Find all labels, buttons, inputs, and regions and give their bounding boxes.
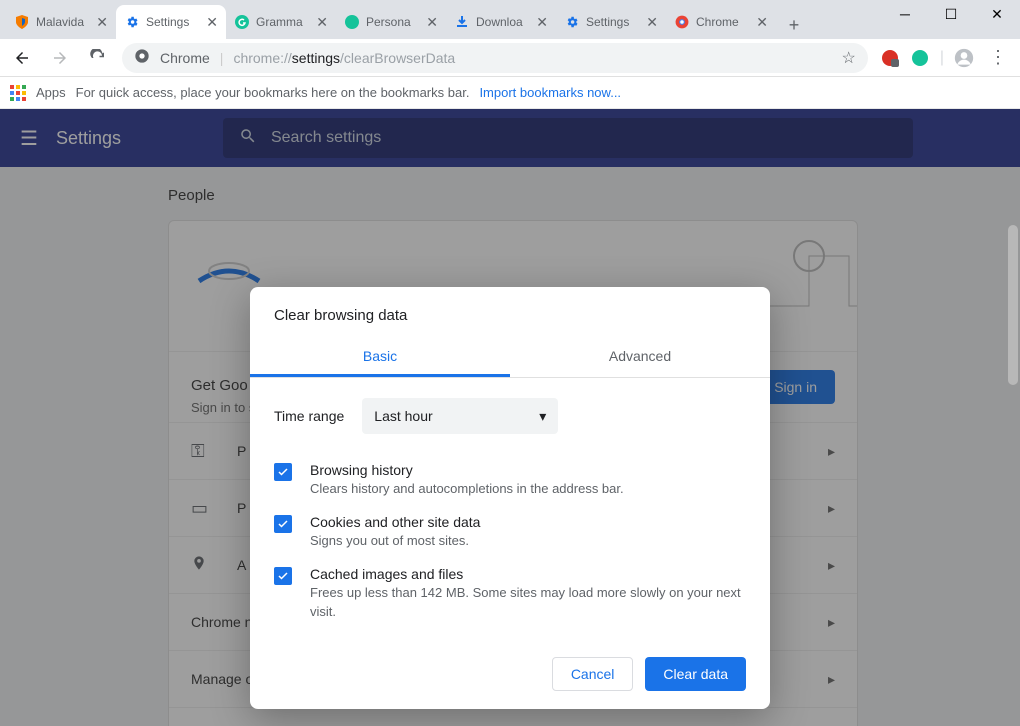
extensions: | ⋮ [880,44,1012,72]
close-icon[interactable]: ✕ [426,14,438,31]
window-controls: ─ ☐ ✕ [882,0,1020,39]
green-circle-icon [344,14,360,30]
tab-label: Persona [366,15,420,29]
checkbox-cookies: Cookies and other site data Signs you ou… [250,506,770,558]
reload-button[interactable] [84,44,112,72]
checkbox-sub: Signs you out of most sites. [310,532,480,550]
translate-ext-icon[interactable] [880,48,900,68]
cancel-button[interactable]: Cancel [552,657,634,691]
download-icon [454,14,470,30]
forward-button[interactable] [46,44,74,72]
window-titlebar: Malavida ✕ Settings ✕ Gramma ✕ Persona ✕… [0,0,1020,39]
checkbox-cached: Cached images and files Frees up less th… [250,558,770,628]
tab-label: Gramma [256,15,310,29]
tab-label: Settings [146,15,200,29]
tab-personal[interactable]: Persona ✕ [336,5,446,39]
chrome-icon [674,14,690,30]
profile-avatar-icon[interactable] [954,48,974,68]
tab-grammarly[interactable]: Gramma ✕ [226,5,336,39]
bookmark-star-icon[interactable]: ☆ [842,48,856,68]
toolbar: Chrome | chrome://settings/clearBrowserD… [0,39,1020,77]
grammarly-icon [234,14,250,30]
close-icon[interactable]: ✕ [756,14,768,31]
close-icon[interactable]: ✕ [206,14,218,31]
content-area: ☰ Settings Search settings People Get Go… [0,109,1020,726]
checkbox-browsing-history: Browsing history Clears history and auto… [250,454,770,506]
scrollbar-thumb[interactable] [1008,225,1018,385]
time-range-row: Time range Last hour ▾ [250,378,770,454]
time-range-select[interactable]: Last hour ▾ [362,398,558,434]
clear-browsing-data-dialog: Clear browsing data Basic Advanced Time … [250,287,770,709]
maximize-button[interactable]: ☐ [928,0,974,28]
dialog-tabs: Basic Advanced [250,338,770,378]
gear-icon [124,14,140,30]
tab-settings-2[interactable]: Settings ✕ [556,5,666,39]
tab-advanced[interactable]: Advanced [510,338,770,377]
checkbox-sub: Frees up less than 142 MB. Some sites ma… [310,584,746,620]
apps-label[interactable]: Apps [36,85,66,100]
chevron-down-icon: ▾ [539,408,546,425]
gear-icon [564,14,580,30]
time-range-label: Time range [274,408,344,424]
tab-label: Chrome [696,15,750,29]
tab-strip: Malavida ✕ Settings ✕ Gramma ✕ Persona ✕… [0,0,882,39]
close-window-button[interactable]: ✕ [974,0,1020,28]
separator: | [940,49,944,67]
shield-icon [14,14,30,30]
origin-label: Chrome [160,50,210,66]
back-button[interactable] [8,44,36,72]
tab-label: Downloa [476,15,530,29]
apps-icon[interactable] [10,85,26,101]
address-bar[interactable]: Chrome | chrome://settings/clearBrowserD… [122,43,868,73]
checkbox-title: Cookies and other site data [310,514,480,530]
checkbox[interactable] [274,567,292,585]
import-bookmarks-link[interactable]: Import bookmarks now... [479,85,621,100]
checkbox-sub: Clears history and autocompletions in th… [310,480,624,498]
grammarly-ext-icon[interactable] [910,48,930,68]
close-icon[interactable]: ✕ [646,14,658,31]
bookmarks-bar: Apps For quick access, place your bookma… [0,77,1020,109]
checkbox[interactable] [274,463,292,481]
close-icon[interactable]: ✕ [316,14,328,31]
tab-label: Malavida [36,15,90,29]
tab-label: Settings [586,15,640,29]
tab-chrome[interactable]: Chrome ✕ [666,5,776,39]
checkbox-title: Cached images and files [310,566,746,582]
checkbox-title: Browsing history [310,462,624,478]
checkbox[interactable] [274,515,292,533]
tab-basic[interactable]: Basic [250,338,510,377]
dialog-actions: Cancel Clear data [250,629,770,691]
minimize-button[interactable]: ─ [882,0,928,28]
bookmark-hint: For quick access, place your bookmarks h… [76,85,470,100]
kebab-menu-icon[interactable]: ⋮ [984,44,1012,72]
chrome-origin-icon [134,48,150,67]
close-icon[interactable]: ✕ [536,14,548,31]
url-text: chrome://settings/clearBrowserData [233,50,455,66]
new-tab-button[interactable]: + [780,11,808,39]
dialog-title: Clear browsing data [250,287,770,338]
close-icon[interactable]: ✕ [96,14,108,31]
tab-malavida[interactable]: Malavida ✕ [6,5,116,39]
clear-data-button[interactable]: Clear data [645,657,746,691]
tab-settings[interactable]: Settings ✕ [116,5,226,39]
time-range-value: Last hour [374,408,432,424]
tab-downloads[interactable]: Downloa ✕ [446,5,556,39]
divider: | [220,50,224,66]
